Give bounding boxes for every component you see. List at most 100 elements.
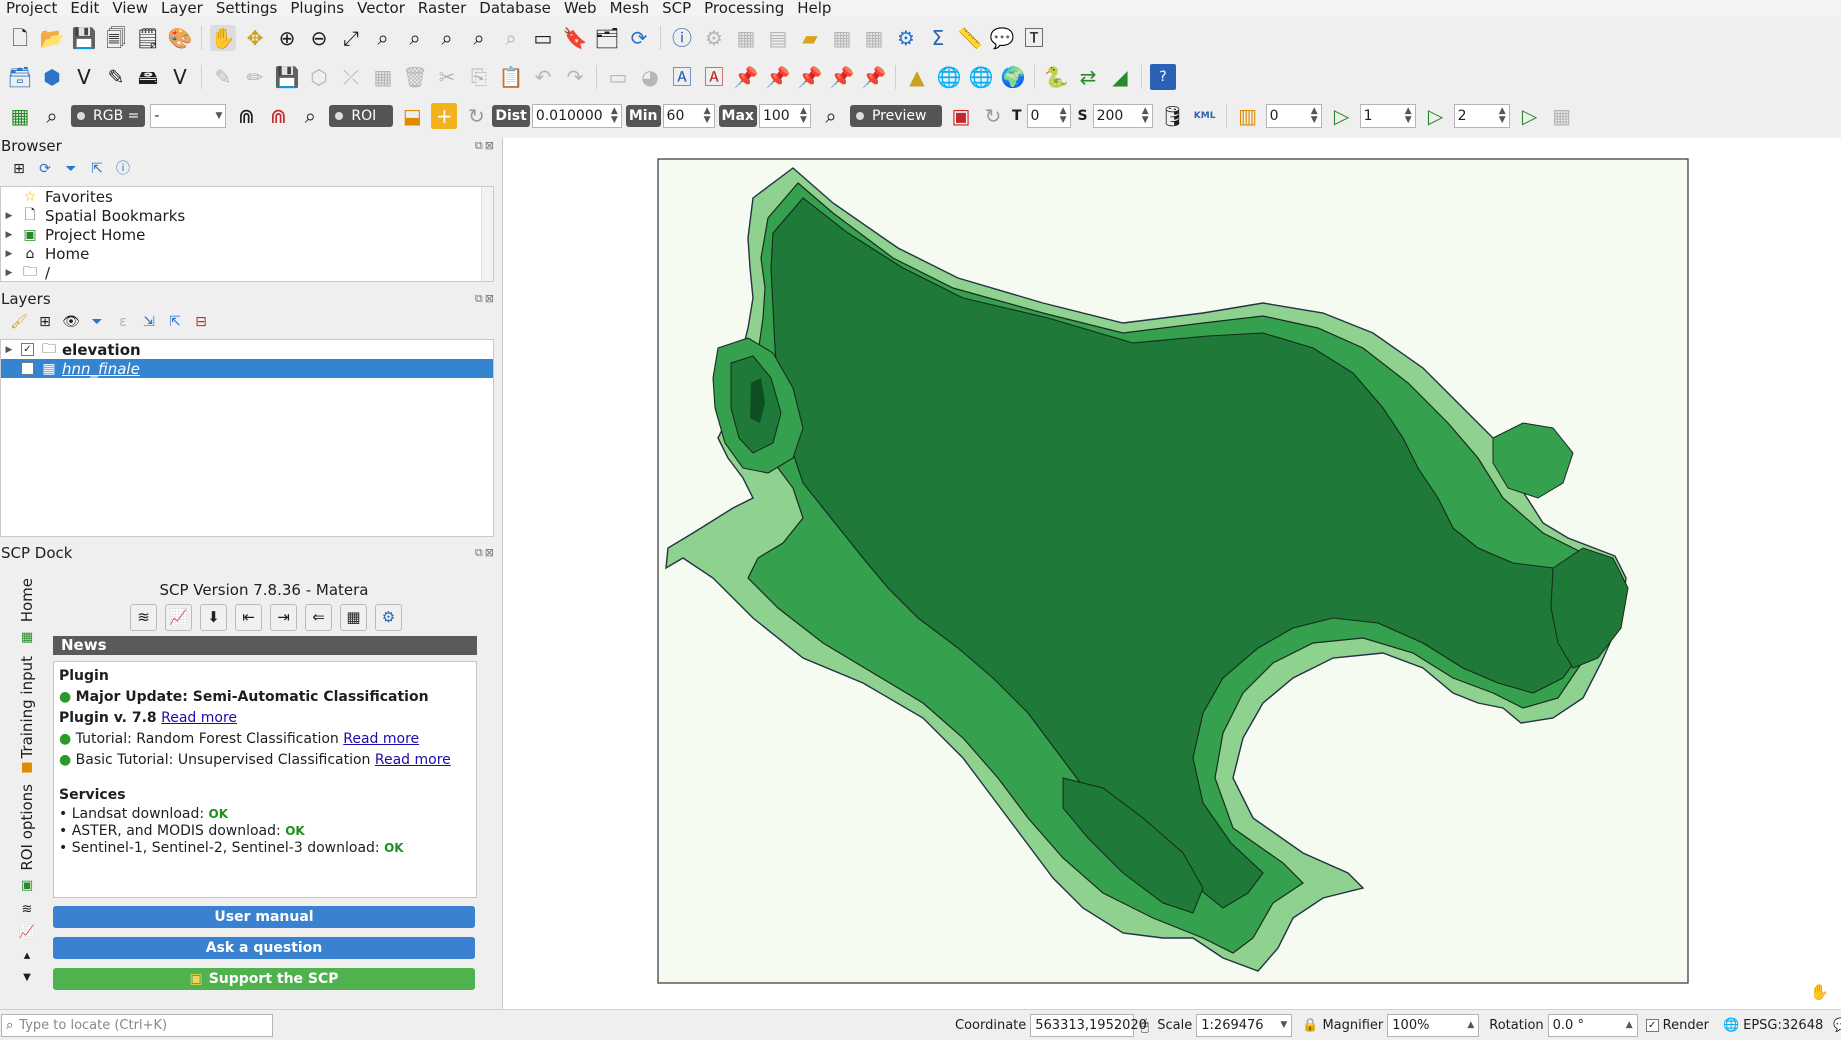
t-input[interactable]: 0 ▲ ▼ [1026, 104, 1071, 128]
preprocessing-icon[interactable]: ⇤ [235, 604, 262, 631]
scroll-up-icon[interactable]: ▴ [18, 948, 36, 964]
filter-icon[interactable]: ⏷ [61, 159, 81, 179]
menu-scp[interactable]: SCP [656, 0, 698, 16]
georeferencer-icon[interactable]: ▲ [904, 64, 930, 90]
layer-visibility-checkbox[interactable] [21, 362, 34, 375]
settings-icon[interactable]: ⚙ [375, 604, 402, 631]
chevron-right-icon[interactable]: ▶ [3, 211, 15, 221]
globe-settings-icon[interactable]: 🌐 [968, 64, 994, 90]
roi-toggle[interactable]: ROI [329, 105, 394, 127]
save-edits-icon[interactable]: 💾 [274, 64, 300, 90]
layer-item-hnn-finale[interactable]: ▦ hnn_finale [1, 359, 493, 378]
band-a-input[interactable]: 0 ▲ ▼ [1265, 104, 1322, 128]
text-annotation-icon[interactable]: 🅃 [1021, 25, 1047, 51]
tab-home[interactable]: Home [18, 578, 36, 622]
identify-icon[interactable]: ⓘ [669, 25, 695, 51]
menu-vector[interactable]: Vector [351, 0, 412, 16]
max-input[interactable]: 100 ▲ ▼ [758, 104, 811, 128]
menu-processing[interactable]: Processing [698, 0, 791, 16]
chevron-right-icon[interactable]: ▶ [3, 345, 15, 355]
layers-stack-icon[interactable]: ≋ [18, 902, 36, 918]
profile-tool-icon[interactable]: ◢ [1107, 64, 1133, 90]
messages-icon[interactable]: 💬 [1833, 1018, 1841, 1033]
rotate-label-icon[interactable]: 📌 [829, 64, 855, 90]
panel-controls-icon[interactable]: ⧉⊠ [475, 546, 496, 560]
select-by-icon[interactable]: ▦ [733, 25, 759, 51]
menu-view[interactable]: View [106, 0, 155, 16]
map-tips-icon[interactable]: 💬 [989, 25, 1015, 51]
expand-all-icon[interactable]: ⇲ [139, 312, 159, 332]
menu-web[interactable]: Web [558, 0, 604, 16]
chevron-right-icon[interactable]: ▶ [3, 249, 15, 259]
browser-item-root[interactable]: ▶ 🗀 / [1, 263, 493, 282]
user-manual-button[interactable]: User manual [53, 906, 475, 928]
band-b-input[interactable]: 1 ▲ ▼ [1359, 104, 1416, 128]
zoom-roi-icon[interactable]: ⌕ [297, 103, 323, 129]
add-feature-icon[interactable]: ⬡ [306, 64, 332, 90]
change-label-icon[interactable]: 📌 [861, 64, 887, 90]
band-next-3-icon[interactable]: ▷ [1517, 103, 1543, 129]
local-cumulative-stretch-icon[interactable]: ⋒ [233, 103, 259, 129]
remove-temp-files-icon[interactable]: 🛢 [1160, 103, 1186, 129]
browser-item-spatial-bookmarks[interactable]: ▶ 🗋 Spatial Bookmarks [1, 206, 493, 225]
web-globe-icon[interactable]: 🌍 [1000, 64, 1026, 90]
undo-icon[interactable]: ↶ [530, 64, 556, 90]
statistics-icon[interactable]: Σ [925, 25, 951, 51]
select-feature-icon[interactable]: ⚙ [701, 25, 727, 51]
rotation-field[interactable]: 0.0 ° ▲ [1547, 1013, 1638, 1037]
cut-features-icon[interactable]: ✂ [434, 64, 460, 90]
menu-plugins[interactable]: Plugins [284, 0, 351, 16]
new-geopackage-layer-icon[interactable]: ⬢ [39, 64, 65, 90]
panel-controls-icon[interactable]: ⧉⊠ [475, 292, 496, 306]
info-icon[interactable]: ⓘ [113, 159, 133, 179]
tab-training-input[interactable]: Training input [18, 656, 36, 759]
layer-visibility-checkbox[interactable]: ✓ [21, 343, 34, 356]
menu-mesh[interactable]: Mesh [604, 0, 657, 16]
layout-manager-icon[interactable]: 🗒 [135, 25, 161, 51]
redo-icon[interactable]: ↷ [562, 64, 588, 90]
browser-item-favorites[interactable]: ☆ Favorites [1, 187, 493, 206]
new-temporary-layer-icon[interactable]: 🖴 [135, 64, 161, 90]
deselect-all-icon[interactable]: ▰ [797, 25, 823, 51]
classification-preview-icon[interactable]: ▣ [948, 103, 974, 129]
mouse-coordinate-toggle-icon[interactable]: 🖰 [1140, 1016, 1149, 1034]
new-print-layout-icon[interactable]: 🗐 [103, 25, 129, 51]
label-toolbar-icon[interactable]: ▭ [605, 64, 631, 90]
band-next-2-icon[interactable]: ▷ [1423, 103, 1449, 129]
spectral-signature-icon[interactable]: 📈 [165, 604, 192, 631]
menu-help[interactable]: Help [791, 0, 838, 16]
new-virtual-layer-icon[interactable]: V [167, 64, 193, 90]
remove-layer-icon[interactable]: ⊟ [191, 312, 211, 332]
tool-icon[interactable]: ▣ [18, 878, 36, 894]
band-set-icon[interactable]: ▥ [1235, 103, 1261, 129]
new-project-icon[interactable]: 🗋 [7, 25, 33, 51]
band-calc-icon[interactable]: ▦ [1549, 103, 1575, 129]
add-group-icon[interactable]: ⊞ [35, 312, 55, 332]
refresh-icon[interactable]: ⟳ [626, 25, 652, 51]
redo-preview-icon[interactable]: ↻ [980, 103, 1006, 129]
layer-labeling-icon[interactable]: 🄰 [669, 64, 695, 90]
lock-scale-icon[interactable]: 🔒 [1302, 1018, 1318, 1033]
zoom-to-selection-icon[interactable]: ⌕ [370, 25, 396, 51]
menu-database[interactable]: Database [473, 0, 558, 16]
band-next-icon[interactable]: ▷ [1329, 103, 1355, 129]
new-spatialite-layer-icon[interactable]: ✎ [103, 64, 129, 90]
chevron-right-icon[interactable]: ▶ [3, 268, 15, 278]
globe-icon[interactable]: 🌐 [936, 64, 962, 90]
pin-labels-icon[interactable]: 📌 [733, 64, 759, 90]
open-project-icon[interactable]: 📂 [39, 25, 65, 51]
manage-map-themes-icon[interactable]: 👁 [61, 312, 81, 332]
ask-question-button[interactable]: Ask a question [53, 937, 475, 959]
menu-edit[interactable]: Edit [64, 0, 106, 16]
menu-settings[interactable]: Settings [210, 0, 285, 16]
rgb-toggle[interactable]: RGB = [71, 105, 146, 127]
read-more-link[interactable]: Read more [161, 710, 237, 726]
scp-zoom-image-icon[interactable]: ⌕ [39, 103, 65, 129]
magnifier-field[interactable]: 100% ▲ [1387, 1013, 1480, 1037]
show-labels-icon[interactable]: 📌 [765, 64, 791, 90]
move-label-icon[interactable]: 📌 [797, 64, 823, 90]
browser-scrollbar[interactable] [481, 187, 493, 281]
pan-to-selection-icon[interactable]: ✥ [242, 25, 268, 51]
std-dev-stretch-icon[interactable]: ⋒ [265, 103, 291, 129]
redo-roi-icon[interactable]: ↻ [463, 103, 489, 129]
